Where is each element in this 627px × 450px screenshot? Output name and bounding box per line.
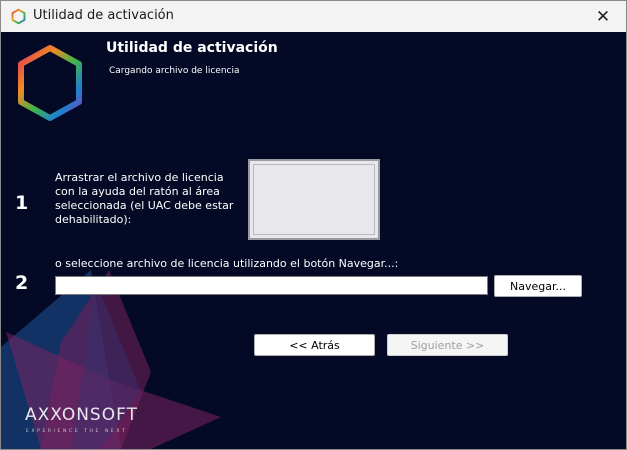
close-button[interactable]: ✕ — [580, 1, 626, 32]
header-subtitle: Cargando archivo de licencia — [109, 66, 240, 76]
step-2-instructions: o seleccione archivo de licencia utiliza… — [55, 257, 399, 270]
browse-button[interactable]: Navegar... — [494, 275, 582, 297]
license-file-path-input[interactable] — [55, 276, 488, 295]
close-icon: ✕ — [595, 6, 611, 27]
back-button[interactable]: << Atrás — [254, 334, 375, 356]
step-1-number: 1 — [15, 192, 29, 214]
axxonsoft-logo: AXXONSOFT EXPERIENCE THE NEXT — [25, 405, 138, 434]
activation-window: Utilidad de activación ✕ Utilidad de act… — [0, 0, 627, 450]
content-area: Utilidad de activación Cargando archivo … — [1, 32, 626, 449]
step-2-number: 2 — [15, 272, 29, 294]
background-decoration — [1, 270, 221, 449]
window-title: Utilidad de activación — [33, 8, 174, 23]
title-bar: Utilidad de activación ✕ — [1, 1, 626, 32]
brand-tagline: EXPERIENCE THE NEXT — [26, 428, 127, 434]
next-button[interactable]: Siguiente >> — [387, 334, 508, 356]
brand-name: AXXONSOFT — [25, 405, 138, 425]
step-1-instructions: Arrastrar el archivo de licencia con la … — [55, 171, 234, 226]
app-hexagon-icon — [11, 8, 26, 25]
hexagon-logo-icon — [18, 45, 82, 121]
header-title: Utilidad de activación — [106, 40, 278, 56]
file-drop-area[interactable] — [248, 159, 380, 240]
drop-area-inner — [253, 164, 375, 235]
